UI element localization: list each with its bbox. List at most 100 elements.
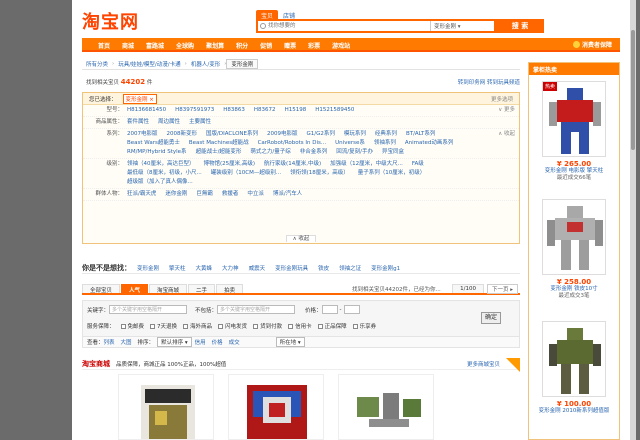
related-item[interactable]: 领袖之证 (339, 264, 361, 272)
checkbox[interactable] (253, 323, 259, 329)
nav-item[interactable]: 富路城 (140, 38, 170, 50)
mall-title[interactable]: 淘宝商城 (82, 359, 110, 369)
filter-value-link[interactable]: 2007电影版 (127, 130, 158, 139)
filter-value-link[interactable]: 非合金系列 (300, 148, 328, 157)
nav-item[interactable]: 积分 (230, 38, 254, 50)
checkbox[interactable] (218, 323, 224, 329)
product-card[interactable] (118, 374, 214, 440)
taobao-logo[interactable]: 淘宝网 (82, 8, 139, 34)
filter-value-link[interactable]: Beast Machines超能战 (189, 139, 249, 148)
filter-value-link[interactable]: 博物馆(25厘米,高级) (204, 160, 256, 169)
filter-value-link[interactable]: 领袖（40厘米，高达巨型） (127, 160, 195, 169)
filter-value-link[interactable]: 2009电影版 (267, 130, 298, 139)
channel-links[interactable]: 转到印务网 转到玩具频道 (458, 78, 520, 86)
hot-item[interactable]: ¥ 258.00 变形金刚 铁皮10寸 最近成交3笔 (529, 199, 619, 300)
filter-value-link[interactable]: H83672 (254, 106, 276, 115)
sort-price[interactable]: 价格 (212, 338, 223, 346)
consumer-protection-link[interactable]: 消费者保障 (572, 40, 612, 49)
product-card[interactable] (338, 374, 434, 440)
filter-value-link[interactable]: 套件属性 (127, 118, 149, 127)
hot-item[interactable]: 热卖 ¥ 265.00 变形金刚 电影版 擎天柱 最近成交66笔 (529, 81, 619, 182)
related-item[interactable]: 大力神 (222, 264, 239, 272)
filter-value-link[interactable]: 回流/复刻/手办 (336, 148, 373, 157)
filter-value-link[interactable]: 救援者 (222, 190, 239, 199)
filter-value-link[interactable]: Animated动画系列 (405, 139, 454, 148)
nav-item[interactable]: 首页 (92, 38, 116, 50)
filter-value-link[interactable]: H83863 (223, 106, 245, 115)
collapse-filter-button[interactable]: ∧ 收起 (285, 235, 317, 242)
window-scrollbar[interactable] (630, 0, 636, 440)
filter-value-link[interactable]: 经典系列 (375, 130, 397, 139)
view-list-button[interactable]: 列表 (104, 338, 115, 346)
product-card[interactable] (228, 374, 324, 440)
filter-value-link[interactable]: BT/ALT系列 (406, 130, 435, 139)
related-item[interactable]: 威震天 (249, 264, 266, 272)
more-options-link[interactable]: 更多选项 (491, 95, 513, 103)
mall-more-link[interactable]: 更多商城宝贝 (467, 360, 500, 368)
related-item[interactable]: 大黄蜂 (196, 264, 213, 272)
breadcrumb-item[interactable]: 所有分类 (82, 60, 112, 68)
tab-all[interactable]: 全部宝贝 (82, 284, 121, 294)
filter-value-link[interactable]: 周边属性 (158, 118, 180, 127)
nav-item[interactable]: 赠票 (278, 38, 302, 50)
filter-value-link[interactable]: FA级 (412, 160, 424, 169)
filter-value-link[interactable]: Beast Wars超能勇士 (127, 139, 180, 148)
filter-value-link[interactable]: 狂派/霸天虎 (127, 190, 156, 199)
filter-value-link[interactable]: H8397591973 (175, 106, 214, 115)
filter-value-link[interactable]: 萌式之力/量子综 (250, 148, 290, 157)
search-button[interactable]: 搜 索 (496, 19, 544, 33)
filter-value-link[interactable]: CarRobot/Robots In Dis... (258, 139, 327, 148)
checkbox[interactable] (120, 323, 126, 329)
tab-auction[interactable]: 拍卖 (216, 284, 244, 294)
search-category-select[interactable]: 变形金刚 ▾ (430, 21, 496, 31)
filter-row-toggle[interactable]: ∧ 收起 (498, 130, 515, 157)
sort-select[interactable]: 默认排序 ▾ (157, 337, 192, 347)
price-max-input[interactable] (343, 305, 360, 314)
nav-item[interactable]: 促销 (254, 38, 278, 50)
filter-value-link[interactable]: H8136681450 (127, 106, 166, 115)
filter-value-link[interactable]: 领袖系列 (374, 139, 396, 148)
hot-item[interactable]: ¥ 100.00 变形金刚 2010新系列超值版 (529, 321, 619, 415)
nav-item[interactable]: 商城 (116, 38, 140, 50)
search-input[interactable] (258, 21, 428, 31)
checkbox[interactable] (317, 323, 323, 329)
checkbox[interactable] (288, 323, 294, 329)
price-min-input[interactable] (321, 305, 338, 314)
related-item[interactable]: 变形金刚玩具 (275, 264, 308, 272)
filter-value-link[interactable]: 领衔领(18厘米，高级） (290, 169, 349, 178)
filter-value-link[interactable]: 罐装级别（10CM—超级别... (211, 169, 281, 178)
filter-value-link[interactable]: 超级版（加入了真人偶像... (127, 178, 193, 187)
hot-item-name[interactable]: 变形金刚 铁皮10寸 (529, 286, 619, 293)
related-item[interactable]: 擎天柱 (169, 264, 186, 272)
sort-credit[interactable]: 信用 (195, 338, 206, 346)
checkbox[interactable] (183, 323, 189, 329)
checkbox[interactable] (352, 323, 358, 329)
sort-sales[interactable]: 成交 (229, 338, 240, 346)
confirm-button[interactable]: 确定 (481, 312, 501, 324)
breadcrumb-item[interactable]: 机器人/变形 (187, 60, 224, 68)
scrollbar-thumb[interactable] (631, 30, 635, 150)
filter-row-toggle[interactable]: ∨ 更多 (498, 106, 515, 115)
tab-mall[interactable]: 淘宝商城 (149, 284, 188, 294)
breadcrumb-item[interactable]: 玩具/娃娃/模型/动漫/卡通 (114, 60, 184, 68)
location-select[interactable]: 所在地 ▾ (275, 337, 305, 347)
filter-value-link[interactable]: 主要属性 (189, 118, 211, 127)
filter-value-link[interactable]: 巨無霸 (196, 190, 213, 199)
filter-value-link[interactable]: 超能战士/超能变形 (196, 148, 242, 157)
filter-value-link[interactable]: G1/G2系列 (307, 130, 335, 139)
filter-value-link[interactable]: 2008新变形 (167, 130, 198, 139)
filter-value-link[interactable]: 迷你金刚 (165, 190, 187, 199)
filter-value-link[interactable]: 博派/汽车人 (273, 190, 302, 199)
hot-item-name[interactable]: 变形金刚 电影版 擎天柱 (529, 168, 619, 175)
filter-value-link[interactable]: 中立派 (247, 190, 264, 199)
nav-item[interactable]: 游戏站 (326, 38, 356, 50)
related-item[interactable]: 变形金刚g1 (371, 264, 400, 272)
filter-value-link[interactable]: 异宝同盒 (382, 148, 404, 157)
next-page-button[interactable]: 下一页 ▸ (486, 283, 518, 294)
tab-popular[interactable]: 人气 (121, 284, 149, 294)
tab-secondhand[interactable]: 二手 (188, 284, 216, 294)
filter-value-link[interactable]: 量子系列（10厘米，初级） (358, 169, 426, 178)
filter-value-link[interactable]: 航行家级(14厘米,中级) (264, 160, 321, 169)
nav-item[interactable]: 全球购 (170, 38, 200, 50)
filter-value-link[interactable]: Universe系 (335, 139, 365, 148)
